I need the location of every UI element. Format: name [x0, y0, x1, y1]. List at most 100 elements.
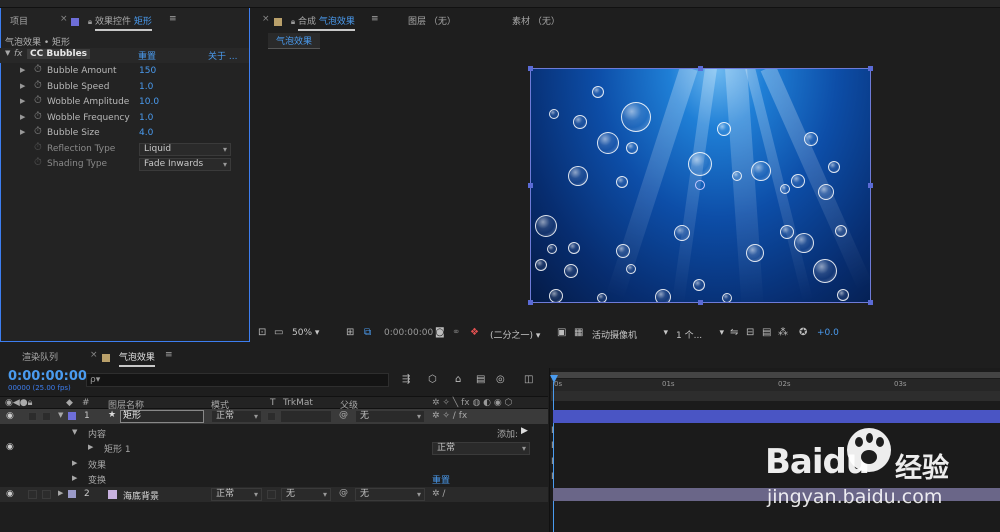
visibility-eye-icon[interactable]: ◉ — [6, 442, 14, 452]
solo-toggle[interactable] — [28, 412, 37, 421]
expand-triangle-icon[interactable]: ▼ — [5, 49, 10, 57]
property-value[interactable]: 1.0 — [139, 82, 153, 92]
panel-menu-icon[interactable]: ≡ — [371, 14, 379, 24]
property-value[interactable]: 1.0 — [139, 113, 153, 123]
preserve-transparency-toggle[interactable] — [267, 490, 276, 499]
views-dropdown[interactable]: 1 个... ▾ — [676, 328, 724, 341]
contents-row[interactable]: ▼ 内容 添加: ▶ — [0, 426, 548, 441]
timeline-layer-row[interactable]: ◉ ▶ 2 海底背景 正常 ▾ 无 ▾ @ 无 ▾ ✲ ∕ — [0, 487, 548, 502]
motion-blur-icon[interactable]: ◎ — [496, 374, 505, 385]
panel-menu-icon[interactable]: ≡ — [169, 14, 177, 24]
camera-snapshot-icon[interactable]: ◙ — [435, 327, 445, 338]
property-dropdown[interactable]: Fade Inwards ▾ — [139, 158, 231, 171]
anchor-point-icon[interactable] — [695, 180, 705, 190]
preserve-transparency-toggle[interactable] — [267, 412, 276, 421]
graph-editor-icon[interactable]: ◫ — [524, 374, 533, 385]
stopwatch-icon[interactable]: ⏱︎ — [34, 157, 42, 168]
always-preview-icon[interactable]: ⊡ — [258, 327, 266, 338]
stopwatch-icon[interactable]: ⏱︎ — [34, 95, 42, 106]
transform-handle[interactable] — [868, 66, 873, 71]
toggle-pixel-aspect-icon[interactable]: ⇋ — [730, 327, 738, 338]
transparency-grid-icon[interactable]: ⧉ — [364, 327, 371, 338]
tab-effect-controls[interactable]: 🔒︎ 效果控件 矩形 — [71, 14, 152, 31]
add-menu-icon[interactable]: ▶ — [521, 426, 528, 436]
property-value[interactable]: 150 — [139, 66, 156, 76]
expand-triangle-icon[interactable]: ▶ — [20, 113, 25, 121]
stopwatch-icon[interactable]: ⏱︎ — [34, 126, 42, 137]
show-snapshot-icon[interactable]: ⚭ — [452, 327, 460, 338]
visibility-eye-icon[interactable]: ◉ — [6, 489, 14, 499]
layer-duration-bar[interactable] — [553, 410, 1000, 423]
reset-link[interactable]: 重置 — [138, 49, 156, 62]
expand-triangle-icon[interactable]: ▶ — [72, 459, 77, 467]
tab-composition[interactable]: 🔒︎ 合成 气泡效果 — [274, 14, 355, 31]
parent-dropdown[interactable]: 无 ▾ — [355, 410, 425, 423]
effect-property-row[interactable]: ▶ ⏱︎ Bubble Amount 150 — [0, 64, 249, 79]
expand-triangle-icon[interactable]: ▶ — [20, 97, 25, 105]
effect-property-row[interactable]: ▶ ⏱︎ Bubble Speed 1.0 — [0, 80, 249, 95]
expand-triangle-icon[interactable]: ▶ — [88, 443, 93, 451]
property-dropdown[interactable]: Liquid ▾ — [139, 142, 231, 156]
timeline-layer-row[interactable]: ◉ ▼ 1 ★ 矩形 正常 ▾ @ 无 ▾ ✲ ✧ ∕ fx — [0, 409, 548, 424]
effect-property-row[interactable]: ▶ ⏱︎ Wobble Frequency 1.0 — [0, 111, 249, 126]
fx-toggle[interactable]: fx — [14, 49, 23, 59]
parent-dropdown[interactable]: 无 ▾ — [355, 488, 425, 501]
shape-blend-mode-dropdown[interactable]: 正常 ▾ — [432, 442, 530, 455]
tab-layer[interactable]: 图层 （无） — [408, 14, 456, 27]
lock-icon[interactable]: 🔒︎ — [88, 17, 92, 26]
layer-label-color[interactable] — [68, 412, 76, 420]
layer-switches[interactable]: ✲ ✧ ∕ fx — [432, 411, 467, 421]
expand-triangle-icon[interactable]: ▼ — [72, 428, 77, 436]
monitor-icon[interactable]: ▭ — [274, 327, 283, 338]
time-ruler[interactable]: 0s 01s 02s 03s — [551, 379, 1000, 391]
effect-name[interactable]: CC Bubbles — [27, 49, 91, 59]
transform-handle[interactable] — [698, 300, 703, 305]
reset-exposure-icon[interactable]: ✪ — [799, 327, 807, 338]
stopwatch-icon[interactable]: ⏱︎ — [34, 142, 42, 153]
timeline-icon[interactable]: ▤ — [762, 327, 771, 338]
expand-triangle-icon[interactable]: ▶ — [72, 474, 77, 482]
panel-menu-icon[interactable]: ≡ — [165, 350, 173, 360]
current-time[interactable]: 0:00:00:00 — [384, 328, 433, 338]
pick-whip-icon[interactable]: @ — [339, 410, 348, 420]
timeline-timecode[interactable]: 0:00:00:00 — [8, 369, 87, 384]
exposure-value[interactable]: +0.0 — [817, 328, 839, 338]
layer-name-field[interactable]: 矩形 — [120, 410, 204, 423]
camera-dropdown[interactable]: 活动摄像机 ▾ — [592, 328, 668, 341]
region-of-interest-icon[interactable]: ▣ — [557, 327, 566, 338]
blend-mode-dropdown[interactable]: 正常 ▾ — [211, 410, 262, 423]
property-value[interactable]: 10.0 — [139, 97, 159, 107]
safe-zones-icon[interactable]: ⊞ — [346, 327, 354, 338]
lock-icon[interactable]: 🔒︎ — [291, 17, 295, 26]
expand-triangle-icon[interactable]: ▶ — [20, 128, 25, 136]
composition-mini-flowchart-icon[interactable]: ⇶ — [402, 374, 410, 385]
comp-subtab[interactable]: 气泡效果 — [268, 33, 321, 49]
flowchart-icon[interactable]: ⁂ — [778, 327, 788, 338]
stopwatch-icon[interactable]: ⏱︎ — [34, 111, 42, 122]
stopwatch-icon[interactable]: ⏱︎ — [34, 80, 42, 91]
zoom-dropdown[interactable]: 50% ▾ — [292, 328, 319, 338]
tab-project[interactable]: 项目 — [10, 14, 28, 27]
transform-handle[interactable] — [868, 183, 873, 188]
col-trkmat[interactable]: TrkMat — [283, 398, 313, 408]
blend-mode-dropdown[interactable]: 正常 ▾ — [211, 488, 262, 501]
expand-triangle-icon[interactable]: ▶ — [58, 489, 63, 497]
tab-footage[interactable]: 素材 （无） — [512, 14, 560, 27]
layer-name[interactable]: 海底背景 — [123, 489, 159, 502]
trkmat-dropdown[interactable]: 无 ▾ — [281, 488, 331, 501]
transform-row[interactable]: ▶ 变换 重置 — [0, 472, 548, 487]
tab-render-queue[interactable]: 渲染队列 — [22, 350, 58, 363]
expand-triangle-icon[interactable]: ▶ — [20, 66, 25, 74]
resolution-dropdown[interactable]: (二分之一) ▾ — [490, 328, 540, 341]
visibility-eye-icon[interactable]: ◉ — [6, 411, 14, 421]
transform-handle[interactable] — [868, 300, 873, 305]
transform-handle[interactable] — [528, 300, 533, 305]
close-icon[interactable]: × — [90, 350, 98, 360]
draft-3d-icon[interactable]: ⬡ — [428, 374, 437, 385]
stopwatch-icon[interactable]: ⏱︎ — [34, 64, 42, 75]
effect-dropdown-row[interactable]: ⏱︎ Reflection Type Liquid ▾ — [0, 142, 249, 157]
layer-switches[interactable]: ✲ ∕ — [432, 489, 445, 499]
effects-row[interactable]: ▶ 效果 — [0, 457, 548, 472]
av-switches-icon[interactable]: ◉◀●🔒︎ — [5, 398, 32, 408]
shy-layers-icon[interactable]: ⌂ — [455, 374, 461, 385]
